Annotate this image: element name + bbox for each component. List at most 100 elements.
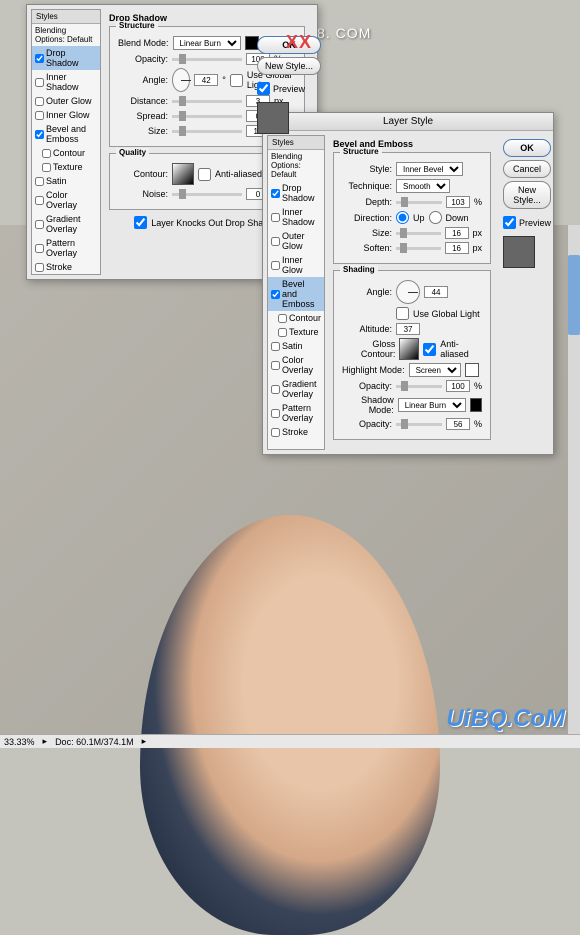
cb-inner-glow[interactable] xyxy=(35,111,44,120)
style-inner-glow[interactable]: Inner Glow xyxy=(32,108,100,122)
scrollbar-thumb[interactable] xyxy=(568,255,580,335)
style-grad-overlay[interactable]: Gradient Overlay xyxy=(32,212,100,236)
highlight-color-swatch[interactable] xyxy=(465,363,479,377)
cancel-button-2[interactable]: Cancel xyxy=(503,160,551,178)
styles-header[interactable]: Styles xyxy=(32,10,100,24)
cb-color-overlay[interactable] xyxy=(35,196,44,205)
altitude-input[interactable] xyxy=(396,323,420,335)
cb-preview[interactable] xyxy=(257,82,270,95)
cb-texture[interactable] xyxy=(42,163,51,172)
cb-drop-shadow[interactable] xyxy=(35,54,44,63)
style-satin[interactable]: Satin xyxy=(32,174,100,188)
bevel-style-select[interactable]: Inner Bevel xyxy=(396,162,463,176)
sh-opacity-slider[interactable] xyxy=(396,423,442,426)
style-inner-glow-2[interactable]: Inner Glow xyxy=(268,253,324,277)
style-outer-glow[interactable]: Outer Glow xyxy=(32,94,100,108)
radio-down[interactable] xyxy=(429,211,442,224)
gloss-contour-picker[interactable] xyxy=(399,338,419,360)
cb-knockout[interactable] xyxy=(134,216,147,229)
cb-stroke-2[interactable] xyxy=(271,428,280,437)
blend-mode-select[interactable]: Linear Burn xyxy=(173,36,241,50)
cb-anti-aliased[interactable] xyxy=(198,168,211,181)
distance-slider[interactable] xyxy=(172,100,242,103)
play-icon[interactable]: ▸ xyxy=(43,736,48,747)
shadow-color-swatch-2[interactable] xyxy=(470,398,482,412)
new-style-button[interactable]: New Style... xyxy=(257,57,321,75)
style-texture[interactable]: Texture xyxy=(32,160,100,174)
style-contour-2[interactable]: Contour xyxy=(268,311,324,325)
cb-grad-overlay[interactable] xyxy=(35,220,44,229)
cb-pat-overlay-2[interactable] xyxy=(271,409,280,418)
cb-contour-2[interactable] xyxy=(278,314,287,323)
style-color-overlay[interactable]: Color Overlay xyxy=(32,188,100,212)
opacity-label: Opacity: xyxy=(118,54,168,64)
vertical-scrollbar[interactable] xyxy=(568,225,580,734)
cb-outer-glow-2[interactable] xyxy=(271,237,280,246)
soften-input[interactable] xyxy=(445,242,469,254)
hl-opacity-input[interactable] xyxy=(446,380,470,392)
style-drop-shadow[interactable]: Drop Shadow xyxy=(32,46,100,70)
style-contour[interactable]: Contour xyxy=(32,146,100,160)
style-drop-shadow-2[interactable]: Drop Shadow xyxy=(268,181,324,205)
style-inner-shadow-2[interactable]: Inner Shadow xyxy=(268,205,324,229)
noise-slider[interactable] xyxy=(172,193,242,196)
angle-input-2[interactable] xyxy=(424,286,448,298)
style-pat-overlay[interactable]: Pattern Overlay xyxy=(32,236,100,260)
cb-inner-shadow[interactable] xyxy=(35,78,44,87)
style-satin-2[interactable]: Satin xyxy=(268,339,324,353)
cb-color-overlay-2[interactable] xyxy=(271,361,280,370)
cb-anti-aliased-2[interactable] xyxy=(423,343,436,356)
angle-input[interactable] xyxy=(194,74,218,86)
play-icon-2[interactable]: ▸ xyxy=(142,736,147,747)
style-stroke[interactable]: Stroke xyxy=(32,260,100,274)
contour-picker[interactable] xyxy=(172,163,194,185)
opacity-slider[interactable] xyxy=(172,58,242,61)
cb-global-light[interactable] xyxy=(230,74,243,87)
cb-pat-overlay[interactable] xyxy=(35,244,44,253)
cb-inner-glow-2[interactable] xyxy=(271,261,280,270)
cb-satin[interactable] xyxy=(35,177,44,186)
cb-bevel-2[interactable] xyxy=(271,290,280,299)
highlight-mode-select[interactable]: Screen xyxy=(409,363,461,377)
depth-slider[interactable] xyxy=(396,201,442,204)
style-blending-2[interactable]: Blending Options: Default xyxy=(268,150,324,181)
sh-opacity-input[interactable] xyxy=(446,418,470,430)
ok-button-2[interactable]: OK xyxy=(503,139,551,157)
cb-satin-2[interactable] xyxy=(271,342,280,351)
depth-input[interactable] xyxy=(446,196,470,208)
style-blending[interactable]: Blending Options: Default xyxy=(32,24,100,46)
radio-up[interactable] xyxy=(396,211,409,224)
cb-contour[interactable] xyxy=(42,149,51,158)
angle-dial-2[interactable] xyxy=(396,280,420,304)
cb-bevel[interactable] xyxy=(35,130,44,139)
soften-slider[interactable] xyxy=(396,247,440,250)
hl-opacity-slider[interactable] xyxy=(396,385,442,388)
cb-outer-glow[interactable] xyxy=(35,97,44,106)
shadow-mode-select[interactable]: Linear Burn xyxy=(398,398,466,412)
style-inner-shadow[interactable]: Inner Shadow xyxy=(32,70,100,94)
spread-slider[interactable] xyxy=(172,115,242,118)
technique-select[interactable]: Smooth xyxy=(396,179,450,193)
style-stroke-2[interactable]: Stroke xyxy=(268,425,324,439)
bevel-size-input[interactable] xyxy=(445,227,469,239)
cb-stroke[interactable] xyxy=(35,263,44,272)
zoom-level[interactable]: 33.33% xyxy=(4,737,35,747)
bevel-size-slider[interactable] xyxy=(396,232,440,235)
cb-drop-shadow-2[interactable] xyxy=(271,189,280,198)
style-outer-glow-2[interactable]: Outer Glow xyxy=(268,229,324,253)
cb-inner-shadow-2[interactable] xyxy=(271,213,280,222)
size-slider[interactable] xyxy=(172,130,242,133)
style-bevel[interactable]: Bevel and Emboss xyxy=(32,122,100,146)
style-color-overlay-2[interactable]: Color Overlay xyxy=(268,353,324,377)
style-pat-overlay-2[interactable]: Pattern Overlay xyxy=(268,401,324,425)
styles-header-2[interactable]: Styles xyxy=(268,136,324,150)
cb-preview-2[interactable] xyxy=(503,216,516,229)
new-style-button-2[interactable]: New Style... xyxy=(503,181,551,209)
cb-global-light-2[interactable] xyxy=(396,307,409,320)
style-bevel-2[interactable]: Bevel and Emboss xyxy=(268,277,324,311)
style-texture-2[interactable]: Texture xyxy=(268,325,324,339)
cb-grad-overlay-2[interactable] xyxy=(271,385,280,394)
angle-dial[interactable] xyxy=(172,68,190,92)
cb-texture-2[interactable] xyxy=(278,328,287,337)
style-grad-overlay-2[interactable]: Gradient Overlay xyxy=(268,377,324,401)
